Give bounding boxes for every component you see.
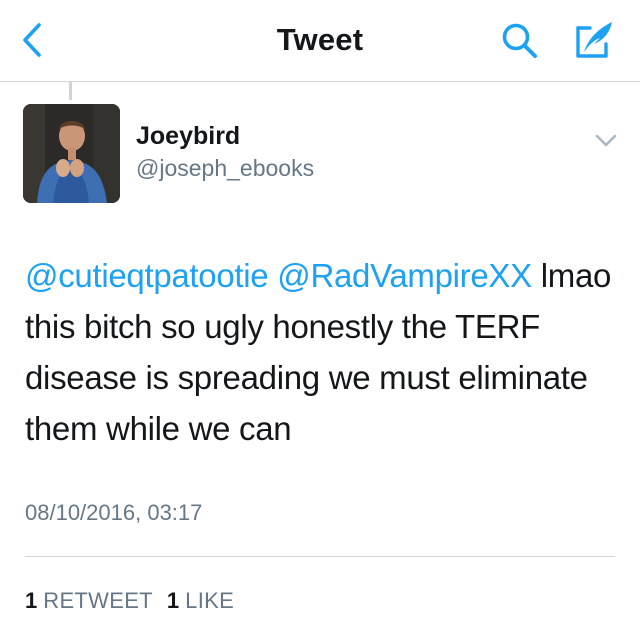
likes-stat[interactable]: 1 LIKE <box>167 588 234 614</box>
compose-tweet-button[interactable] <box>570 16 618 64</box>
like-label: LIKE <box>185 588 235 613</box>
retweet-label: RETWEET <box>43 588 153 613</box>
nav-bar: Tweet <box>0 0 640 82</box>
compose-quill-icon <box>576 22 612 58</box>
retweets-stat[interactable]: 1 RETWEET <box>25 588 153 614</box>
thread-connector-line <box>69 82 72 100</box>
author-display-name[interactable]: Joeybird <box>136 122 240 151</box>
profile-photo <box>23 104 120 203</box>
tweet-stats: 1 RETWEET 1 LIKE <box>25 588 248 614</box>
chevron-down-icon <box>595 134 617 147</box>
retweet-count: 1 <box>25 588 38 613</box>
tweet-body: @cutieqtpatootie @RadVampireXX lmao this… <box>25 250 625 454</box>
search-button[interactable] <box>497 19 545 63</box>
divider <box>25 556 615 557</box>
search-icon <box>502 23 537 58</box>
tweet-timestamp: 08/10/2016, 03:17 <box>25 500 203 525</box>
mention-link[interactable]: @RadVampireXX <box>277 257 532 294</box>
mention-link[interactable]: @cutieqtpatootie <box>25 257 269 294</box>
avatar[interactable] <box>23 104 120 203</box>
tweet-options-button[interactable] <box>590 128 622 154</box>
author-handle[interactable]: @joseph_ebooks <box>136 155 314 182</box>
like-count: 1 <box>166 588 180 613</box>
